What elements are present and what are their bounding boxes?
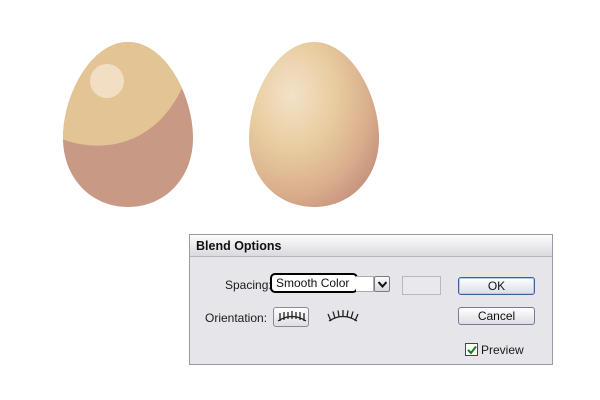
cancel-button[interactable]: Cancel bbox=[458, 307, 535, 325]
dialog-title[interactable]: Blend Options bbox=[190, 235, 552, 257]
egg-right-blended bbox=[249, 42, 379, 207]
preview-checkbox[interactable] bbox=[465, 343, 478, 356]
chevron-down-icon bbox=[378, 281, 387, 288]
spacing-select-field[interactable] bbox=[356, 276, 374, 292]
egg-right bbox=[249, 42, 379, 207]
egg-left-highlight bbox=[90, 64, 124, 98]
align-to-page-button[interactable] bbox=[273, 307, 309, 327]
checkmark-icon bbox=[467, 345, 477, 355]
egg-left bbox=[63, 42, 193, 207]
align-to-path-icon bbox=[327, 310, 359, 322]
align-to-path-button[interactable] bbox=[324, 307, 360, 327]
align-to-page-icon bbox=[277, 311, 307, 322]
spacing-value-field[interactable] bbox=[402, 276, 441, 295]
preview-label[interactable]: Preview bbox=[481, 343, 524, 357]
ok-button[interactable]: OK bbox=[458, 277, 535, 295]
orientation-label: Orientation: bbox=[205, 311, 268, 325]
artboard bbox=[63, 42, 379, 207]
spacing-label: Spacing: bbox=[225, 278, 272, 292]
spacing-dropdown-button[interactable] bbox=[374, 276, 390, 292]
spacing-select[interactable]: Smooth Color bbox=[270, 273, 358, 293]
